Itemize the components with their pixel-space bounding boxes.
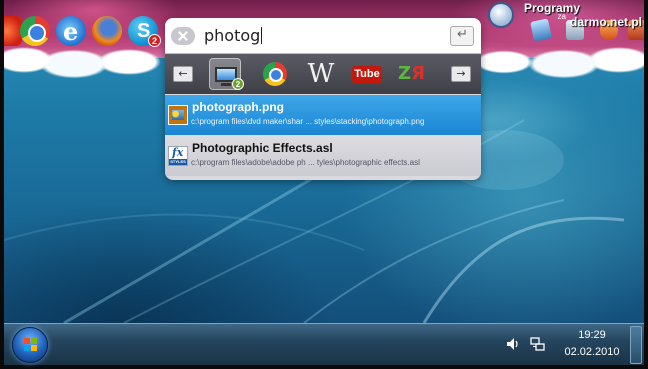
network-icon[interactable] xyxy=(530,336,546,352)
watermark-connector: za xyxy=(557,12,566,21)
styles-file-icon: fx STYLES xyxy=(168,146,188,166)
taskbar: 19:29 02.02.2010 xyxy=(4,323,644,365)
dock-internet-explorer-icon[interactable] xyxy=(56,16,86,46)
plugin-computer[interactable]: 2 xyxy=(209,58,244,90)
plugin-chrome[interactable] xyxy=(259,58,291,90)
watermark: Programy za darmo.net.pl xyxy=(488,0,642,32)
plugin-translate[interactable]: ZЯ xyxy=(395,58,427,90)
translate-icon: ZЯ xyxy=(398,63,425,84)
dock-skype-icon[interactable]: 2 xyxy=(128,16,161,47)
chrome-icon xyxy=(263,62,287,86)
enter-button[interactable] xyxy=(450,26,474,46)
result-path: c:\program files\dvd maker\shar ... styl… xyxy=(191,117,425,126)
launcher-panel: photog ← 2 W Tube ZЯ → photograph.png c:… xyxy=(165,18,481,180)
plugin-bar: ← 2 W Tube ZЯ → xyxy=(165,54,481,94)
clock-time[interactable]: 19:29 xyxy=(564,329,620,341)
volume-icon[interactable] xyxy=(506,337,520,351)
clear-search-button[interactable] xyxy=(171,27,195,45)
show-desktop-button[interactable] xyxy=(630,326,642,364)
image-file-icon xyxy=(168,105,188,125)
skype-notification-badge: 2 xyxy=(148,34,161,47)
result-item[interactable]: fx STYLES Photographic Effects.asl c:\pr… xyxy=(165,136,481,176)
search-row: photog xyxy=(165,18,481,54)
plugin-count-badge: 2 xyxy=(232,78,244,90)
watermark-line1: Programy xyxy=(523,1,580,15)
result-title: Photographic Effects.asl xyxy=(192,141,333,155)
start-button[interactable] xyxy=(12,327,48,363)
plugin-youtube[interactable]: Tube xyxy=(351,58,383,90)
watermark-line2: darmo.net.pl xyxy=(569,15,642,29)
wikipedia-icon: W xyxy=(307,59,335,89)
plugin-next-button[interactable]: → xyxy=(451,66,471,82)
windows-logo-icon xyxy=(24,338,38,352)
clock-date[interactable]: 02.02.2010 xyxy=(558,346,626,358)
result-path: c:\program files\adobe\adobe ph ... tyle… xyxy=(191,158,420,167)
result-title: photograph.png xyxy=(192,100,284,114)
result-item[interactable]: photograph.png c:\program files\dvd make… xyxy=(165,95,481,135)
youtube-icon: Tube xyxy=(352,66,382,83)
search-input[interactable]: photog xyxy=(204,26,262,45)
dock-chrome-icon[interactable] xyxy=(20,16,50,46)
plugin-prev-button[interactable]: ← xyxy=(173,66,193,82)
plugin-wikipedia[interactable]: W xyxy=(305,58,337,90)
watermark-logo-icon xyxy=(488,2,514,28)
dock-firefox-icon[interactable] xyxy=(92,16,122,46)
